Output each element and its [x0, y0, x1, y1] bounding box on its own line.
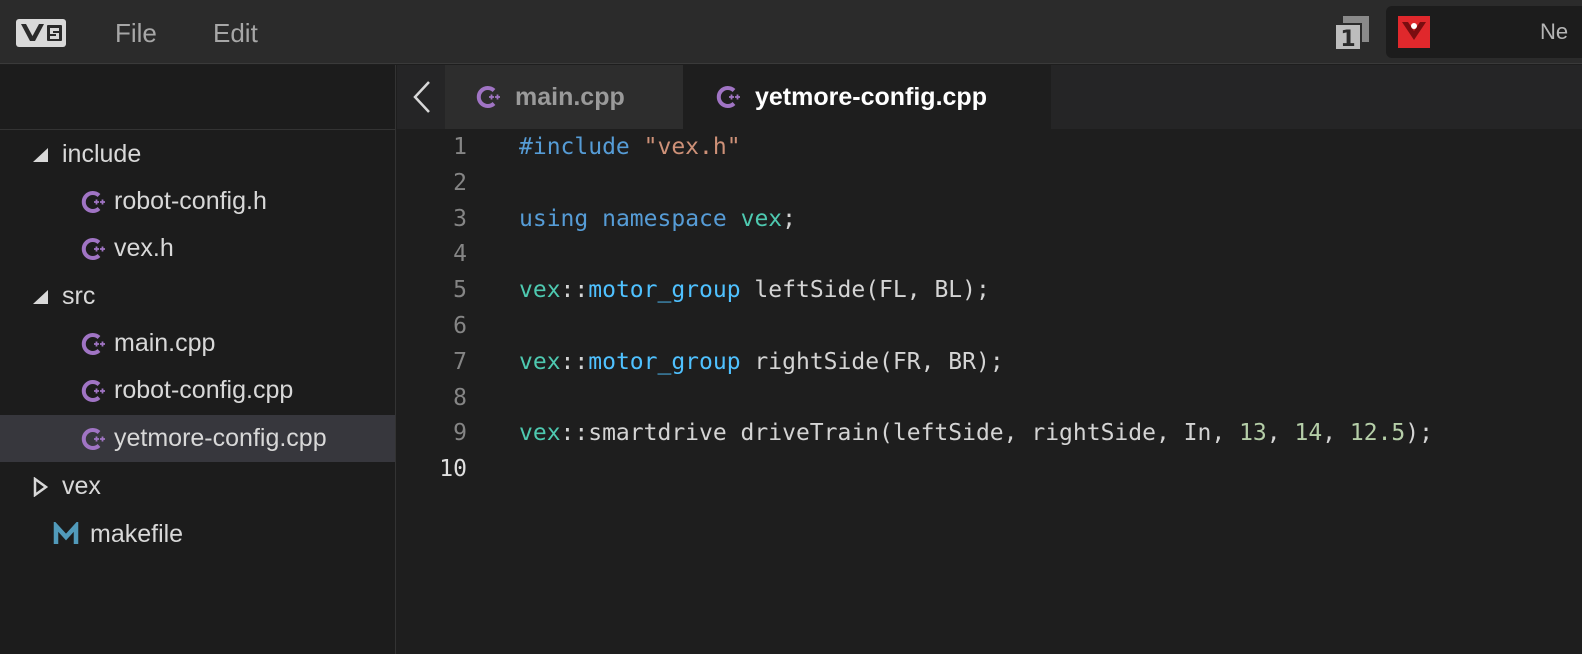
code-token: ; — [782, 205, 796, 232]
code-line[interactable]: 3 using namespace vex; — [397, 201, 1582, 237]
tree-file-yetmore-config-cpp[interactable]: yetmore-config.cpp — [0, 415, 395, 462]
code-line[interactable]: 1 #include "vex.h" — [397, 129, 1582, 165]
editor-pane: main.cpp yetmore-config.cpp 1 #include "v… — [397, 65, 1582, 654]
line-number: 8 — [453, 384, 467, 411]
tree-label: main.cpp — [114, 329, 216, 357]
vexcode-logo-icon[interactable] — [16, 19, 66, 47]
menubar: File Edit 1 Ne — [0, 0, 1582, 64]
line-number: 4 — [453, 241, 467, 268]
code-line[interactable]: 7 vex::motor_group rightSide(FR, BR); — [397, 344, 1582, 380]
tab-label: main.cpp — [515, 82, 625, 111]
code-token: using — [519, 205, 589, 232]
window-slot-number: 1 — [1340, 27, 1355, 52]
brand-logo-icon — [1398, 16, 1430, 48]
code-line[interactable]: 2 — [397, 165, 1582, 201]
code-token: vex — [740, 205, 783, 232]
tree-file-main-cpp[interactable]: main.cpp — [0, 320, 395, 367]
code-text: vex::smartdrive driveTrain(leftSide, rig… — [519, 415, 1433, 451]
tree-file-robot-config-h[interactable]: robot-config.h — [0, 178, 395, 225]
file-explorer: include robot-config.h vex.h src main.cp… — [0, 65, 396, 654]
cpp-file-icon — [81, 191, 105, 213]
device-selector[interactable]: Ne — [1386, 6, 1582, 58]
code-token: namespace — [602, 205, 727, 232]
code-token: rightSide(FR, BR); — [740, 348, 1004, 375]
tree-file-vex-h[interactable]: vex.h — [0, 225, 395, 272]
code-token: vex — [519, 348, 561, 375]
line-number: 3 — [453, 205, 467, 232]
code-token: motor_group — [588, 277, 741, 304]
line-number: 9 — [453, 420, 467, 447]
tab-bar: main.cpp yetmore-config.cpp — [397, 65, 1582, 129]
cpp-file-icon — [81, 380, 105, 402]
code-line[interactable]: 9 vex::smartdrive driveTrain(leftSide, ri… — [397, 415, 1582, 451]
code-token: vex — [519, 277, 561, 304]
code-text: vex::motor_group rightSide(FR, BR); — [519, 344, 1004, 380]
code-token: , — [1266, 420, 1295, 447]
tree-label: yetmore-config.cpp — [114, 424, 327, 452]
explorer-header — [0, 65, 395, 130]
triangle-down-icon — [33, 290, 48, 304]
cpp-file-icon — [476, 86, 500, 108]
chevron-left-icon — [413, 81, 430, 113]
tab-label: yetmore-config.cpp — [755, 82, 987, 111]
line-number: 1 — [453, 134, 467, 160]
tree-file-robot-config-cpp[interactable]: robot-config.cpp — [0, 367, 395, 414]
code-token: "vex.h" — [643, 134, 741, 160]
menu-file[interactable]: File — [115, 18, 157, 48]
line-number: 5 — [453, 277, 467, 304]
tab-main-cpp[interactable]: main.cpp — [445, 65, 683, 129]
tree-label: vex.h — [114, 234, 174, 262]
tree-file-makefile[interactable]: makefile — [0, 511, 395, 558]
device-label: Ne — [1540, 19, 1569, 44]
tree-label: robot-config.cpp — [114, 376, 294, 404]
code-token: #include — [519, 134, 644, 160]
tree-label: src — [62, 282, 96, 310]
code-token: vex — [519, 420, 561, 447]
tree-folder-include[interactable]: include — [0, 131, 395, 178]
tree-label: robot-config.h — [114, 187, 267, 215]
code-text: vex::motor_group leftSide(FL, BL); — [519, 272, 990, 308]
triangle-right-icon — [33, 477, 49, 497]
code-token: , — [1322, 420, 1350, 447]
code-token: ::smartdrive driveTrain(leftSide, rightS… — [560, 420, 1240, 447]
tree-label: makefile — [90, 520, 184, 548]
code-token: 12.5 — [1349, 420, 1406, 447]
line-number: 10 — [439, 456, 467, 483]
tree-label: vex — [62, 472, 101, 500]
makefile-m-icon — [53, 522, 79, 544]
code-line[interactable]: 5 vex::motor_group leftSide(FL, BL); — [397, 272, 1582, 308]
code-token: 13 — [1239, 420, 1267, 447]
code-line[interactable]: 4 — [397, 236, 1582, 272]
code-token: leftSide(FL, BL); — [740, 277, 990, 304]
line-number: 6 — [453, 313, 467, 339]
window-slot-icon[interactable]: 1 — [1333, 14, 1371, 52]
code-line[interactable]: 8 — [397, 380, 1582, 416]
cpp-file-icon — [81, 428, 105, 450]
line-number: 2 — [453, 169, 467, 196]
menu-edit[interactable]: Edit — [213, 18, 258, 48]
code-line[interactable]: 6 — [397, 308, 1582, 344]
code-token: :: — [560, 348, 589, 375]
line-number: 7 — [453, 348, 467, 375]
code-text: #include "vex.h" — [519, 129, 741, 165]
code-line[interactable]: 10 — [397, 451, 1582, 487]
tree-folder-src[interactable]: src — [0, 273, 395, 320]
tab-scroll-left-button[interactable] — [397, 65, 445, 129]
code-token: :: — [560, 277, 589, 304]
cpp-file-icon — [81, 238, 105, 260]
cpp-file-icon — [716, 86, 740, 108]
tree-label: include — [62, 140, 142, 168]
code-text: using namespace vex; — [519, 201, 796, 237]
tree-folder-vex[interactable]: vex — [0, 463, 395, 510]
code-token: motor_group — [588, 348, 741, 375]
code-token: 14 — [1294, 420, 1323, 447]
triangle-down-icon — [33, 148, 48, 162]
cpp-file-icon — [81, 333, 105, 355]
code-token: ); — [1405, 420, 1433, 447]
tab-yetmore-config-cpp[interactable]: yetmore-config.cpp — [683, 65, 1051, 129]
